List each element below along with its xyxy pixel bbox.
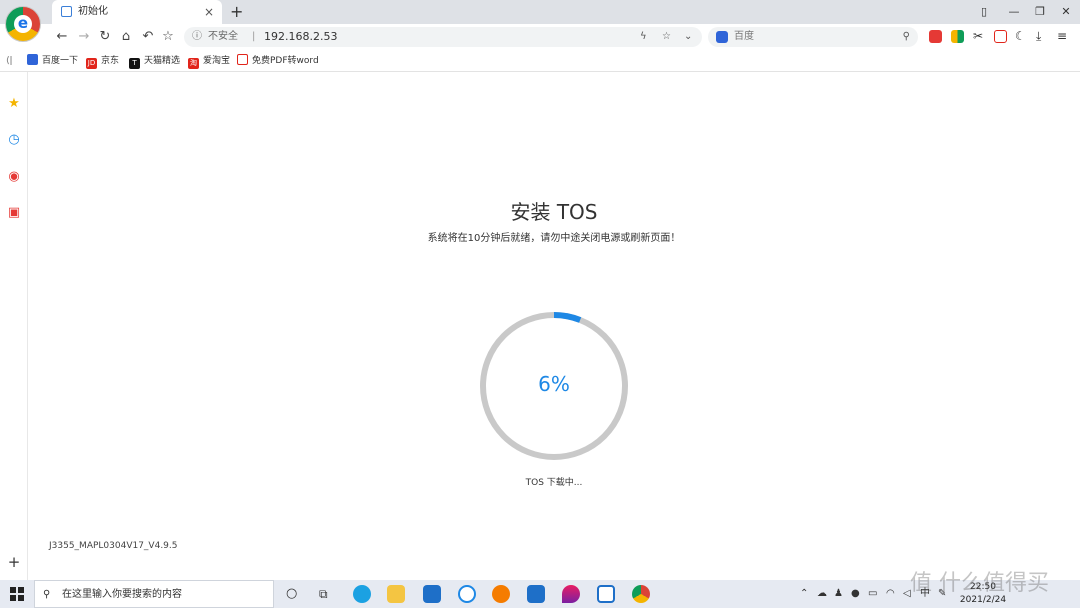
search-placeholder: 百度 — [734, 31, 754, 42]
taskbar-search-placeholder: 在这里输入你要搜索的内容 — [62, 589, 182, 600]
tab-title: 初始化 — [78, 6, 108, 17]
tab-active[interactable]: 初始化 × — [52, 0, 222, 24]
history-icon[interactable]: ◷ — [7, 133, 21, 147]
app-icon[interactable] — [458, 585, 476, 603]
bookmark-item[interactable]: T 天猫精选 — [129, 50, 180, 72]
new-tab-button[interactable]: + — [230, 0, 243, 24]
bookmark-item[interactable]: 免费PDF转word — [237, 50, 319, 72]
tablet-mode-icon[interactable]: ▯ — [974, 0, 994, 24]
install-page: 安装 TOS 系统将在10分钟后就绪，请勿中途关闭电源或刷新页面！ 6% TOS… — [28, 72, 1080, 580]
bookmarks-bar: ⟨| 百度一下 JD 京东 T 天猫精选 淘爱淘宝 免费PDF转word — [0, 50, 1080, 72]
close-window-button[interactable]: ✕ — [1056, 0, 1076, 24]
taobao-icon: 淘 — [188, 58, 199, 69]
reload-icon[interactable]: ↻ — [95, 27, 115, 47]
home-icon[interactable]: ⌂ — [116, 27, 136, 47]
menu-icon[interactable]: ≡ — [1057, 30, 1070, 43]
firmware-version: J3355_MAPL0304V17_V4.9.5 — [49, 541, 178, 551]
wifi-icon[interactable]: ◠ — [886, 580, 895, 608]
battery-icon[interactable]: ▭ — [868, 580, 877, 608]
forward-button[interactable]: → — [74, 27, 94, 47]
bookmark-star-icon[interactable]: ☆ — [158, 27, 178, 47]
windows-start-icon[interactable] — [10, 587, 24, 601]
progress-percent: 6% — [538, 372, 570, 396]
app-icon-gradient[interactable] — [562, 585, 580, 603]
info-icon[interactable]: ⓘ — [192, 27, 202, 47]
browser-taskbar-icon[interactable] — [632, 585, 650, 603]
search-box[interactable]: 百度 ⚲ — [708, 27, 918, 47]
url-text[interactable]: 192.168.2.53 — [264, 27, 337, 47]
favorite-star-icon[interactable]: ☆ — [662, 27, 671, 47]
address-bar[interactable]: ⓘ 不安全 | 192.168.2.53 ϟ ☆ ⌄ — [184, 27, 702, 47]
task-view-icon[interactable]: ⧉ — [319, 580, 328, 608]
pdf-tool-icon[interactable]: ▣ — [7, 206, 21, 220]
download-icon[interactable]: ⤓ — [1036, 30, 1049, 43]
browser-window: 初始化 × + ▯ — ❐ ✕ e ← → ↻ ⌂ ↶ ☆ ⓘ 不安全 | 19… — [0, 0, 1080, 608]
lightning-icon[interactable]: ϟ — [640, 27, 647, 47]
undo-close-icon[interactable]: ↶ — [138, 27, 158, 47]
back-button[interactable]: ← — [52, 27, 72, 47]
extension-game-icon[interactable] — [929, 30, 942, 43]
wechat-icon[interactable]: ● — [851, 580, 860, 608]
qq-icon[interactable]: ♟ — [834, 580, 843, 608]
sidebar-toggle-icon[interactable]: ⟨| — [6, 50, 13, 72]
page-title: 安装 TOS — [510, 200, 598, 224]
left-sidebar: ★ ◷ ◉ ▣ + — [0, 72, 28, 580]
onedrive-icon[interactable]: ☁ — [817, 580, 827, 608]
baidu-icon — [27, 54, 38, 65]
chevron-down-icon[interactable]: ⌄ — [684, 27, 692, 47]
search-icon[interactable]: ⚲ — [903, 27, 910, 47]
favorites-star-icon[interactable]: ★ — [7, 97, 21, 111]
pdf-icon[interactable] — [994, 30, 1007, 43]
app-icon-window[interactable] — [597, 585, 615, 603]
file-explorer-icon[interactable] — [387, 585, 405, 603]
weibo-icon[interactable]: ◉ — [7, 170, 21, 184]
tray-expand-icon[interactable]: ⌃ — [800, 580, 808, 608]
bookmark-item[interactable]: JD 京东 — [86, 50, 119, 72]
tmall-icon: T — [129, 58, 140, 69]
minimize-button[interactable]: — — [1004, 0, 1024, 24]
night-mode-icon[interactable]: ☾ — [1015, 30, 1028, 43]
add-icon[interactable]: + — [7, 555, 21, 570]
cortana-icon[interactable]: ○ — [286, 580, 297, 608]
restore-button[interactable]: ❐ — [1030, 0, 1050, 24]
baidu-icon — [716, 31, 728, 43]
watermark: 值 什么值得买 — [910, 571, 1049, 596]
search-icon: ⚲ — [43, 589, 51, 600]
title-bar: 初始化 × + ▯ — ❐ ✕ — [0, 0, 1080, 24]
pdf-icon — [237, 54, 248, 65]
edge-icon[interactable] — [353, 585, 371, 603]
bookmark-item[interactable]: 淘爱淘宝 — [188, 50, 230, 72]
address-separator: | — [252, 31, 256, 42]
app-icon-blue[interactable] — [527, 585, 545, 603]
scissors-icon[interactable]: ✂ — [973, 30, 986, 43]
extension-apps-icon[interactable] — [951, 30, 964, 43]
browser-logo[interactable]: e — [5, 6, 41, 42]
security-label: 不安全 — [208, 31, 238, 42]
mail-icon[interactable] — [423, 585, 441, 603]
page-icon — [61, 6, 72, 17]
page-subtitle: 系统将在10分钟后就绪，请勿中途关闭电源或刷新页面！ — [427, 233, 681, 244]
jd-icon: JD — [86, 58, 97, 69]
taskbar-search[interactable]: ⚲ 在这里输入你要搜索的内容 — [34, 580, 274, 608]
status-text: TOS 下载中... — [525, 478, 583, 488]
bookmark-item[interactable]: 百度一下 — [27, 50, 78, 72]
toolbar: ← → ↻ ⌂ ↶ ☆ ⓘ 不安全 | 192.168.2.53 ϟ ☆ ⌄ 百… — [0, 24, 1080, 50]
tab-close-icon[interactable]: × — [204, 0, 214, 24]
app-icon-orange[interactable] — [492, 585, 510, 603]
